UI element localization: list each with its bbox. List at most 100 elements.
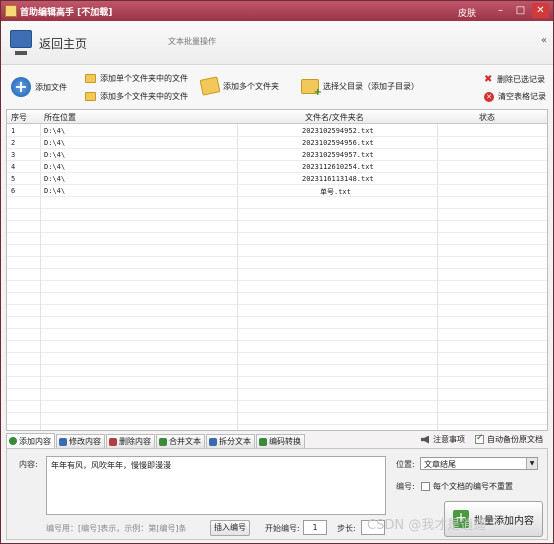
maximize-icon[interactable]: □ xyxy=(512,3,529,18)
monitor-icon[interactable] xyxy=(10,30,32,55)
table-row[interactable]: 5 D:\4\ 2023116113148.txt xyxy=(7,173,547,185)
cell-name: 2023102594957.txt xyxy=(302,151,374,159)
auto-backup-checkbox[interactable]: 自动备份原文档 xyxy=(475,433,543,445)
tab-label: 修改内容 xyxy=(69,437,101,446)
auto-backup-label: 自动备份原文档 xyxy=(487,435,543,444)
folder-add-icon xyxy=(301,79,322,98)
notes-button[interactable]: 注意事项 xyxy=(421,434,465,445)
tab-merge-text[interactable]: 合并文本 xyxy=(156,434,205,448)
cell-index: 6 xyxy=(11,187,16,195)
cell-index: 5 xyxy=(11,175,16,183)
position-select[interactable]: 文章结尾 ▼ xyxy=(420,457,538,470)
window-controls: – □ ✕ xyxy=(492,3,549,18)
right-tools: 注意事项 自动备份原文档 xyxy=(421,433,543,445)
tab-modify-content[interactable]: 修改内容 xyxy=(56,434,105,448)
cell-location: D:\4\ xyxy=(44,127,66,135)
number-reset-checkbox[interactable]: 每个文档的编号不重置 xyxy=(421,481,513,492)
clear-table-button[interactable]: ✕ 清空表格记录 xyxy=(484,91,546,102)
start-number-label: 开始编号: xyxy=(265,524,300,533)
tab-label: 合并文本 xyxy=(169,437,201,446)
page-subtitle: 文本批量操作 xyxy=(168,37,216,46)
column-header-status[interactable]: 状态 xyxy=(479,112,495,123)
app-icon xyxy=(5,5,17,17)
number-label: 编号: xyxy=(396,482,415,491)
select-parent-label: 选择父目录（添加子目录） xyxy=(323,82,419,91)
merge-text-icon xyxy=(159,437,167,446)
position-label: 位置: xyxy=(396,460,415,469)
modify-content-icon xyxy=(59,437,67,446)
cell-index: 2 xyxy=(11,139,16,147)
title-bar: 首助编辑高手 [不加载] 皮肤 – □ ✕ xyxy=(1,1,553,21)
add-file-button[interactable]: + 添加文件 xyxy=(11,77,67,97)
toolbar: + 添加文件 添加单个文件夹中的文件 添加多个文件夹中的文件 添加多个文件夹 选… xyxy=(1,65,553,109)
speaker-icon xyxy=(421,435,429,444)
add-file-label: 添加文件 xyxy=(35,82,67,92)
minimize-icon[interactable]: – xyxy=(492,3,509,18)
content-textarea[interactable]: 年年有风，风吹年年，慢慢即漫漫 xyxy=(46,456,386,515)
select-parent-button[interactable]: 选择父目录（添加子目录） xyxy=(301,79,419,98)
folders-icon xyxy=(199,76,221,96)
file-table[interactable]: 序号 所在位置 文件名/文件夹名 状态 1 D:\4\ 202310259495… xyxy=(6,109,548,431)
collapse-icon[interactable]: « xyxy=(541,35,547,46)
cell-name: 2023102594952.txt xyxy=(302,127,374,135)
cell-name: 2023102594956.txt xyxy=(302,139,374,147)
home-button[interactable]: 返回主页 xyxy=(39,35,87,52)
checkbox-icon[interactable] xyxy=(421,482,430,491)
table-row[interactable]: 3 D:\4\ 2023102594957.txt xyxy=(7,149,547,161)
add-icon: + xyxy=(11,77,31,97)
cell-location: D:\4\ xyxy=(44,175,66,183)
tab-delete-content[interactable]: 删除内容 xyxy=(106,434,155,448)
table-header: 序号 所在位置 文件名/文件夹名 状态 xyxy=(7,110,547,124)
tab-encoding-convert[interactable]: 编码转换 xyxy=(256,434,305,448)
column-header-index[interactable]: 序号 xyxy=(11,112,27,123)
tab-add-content[interactable]: 添加内容 xyxy=(6,433,55,448)
add-content-icon xyxy=(9,437,17,445)
delete-content-icon xyxy=(109,437,117,446)
add-multi-folders-label: 添加多个文件夹 xyxy=(223,81,279,91)
step-label: 步长: xyxy=(337,524,356,533)
folder-icon xyxy=(85,74,96,83)
cell-name: 2023116113148.txt xyxy=(302,175,374,183)
folder-icon xyxy=(85,92,96,101)
watermark: CSDN @我才是逍遥 xyxy=(367,518,487,533)
content-label: 内容: xyxy=(19,460,38,469)
insert-number-button[interactable]: 插入编号 xyxy=(210,520,250,536)
number-reset-label: 每个文档的编号不重置 xyxy=(433,482,513,491)
cell-name: 2023112610254.txt xyxy=(302,163,374,171)
app-window: 首助编辑高手 [不加载] 皮肤 – □ ✕ 返回主页 文本批量操作 « + 添加… xyxy=(0,0,554,544)
table-row[interactable]: 6 D:\4\ 单号.txt xyxy=(7,185,547,197)
start-number-input[interactable]: 1 xyxy=(303,520,327,535)
checkbox-icon[interactable] xyxy=(475,433,484,444)
window-title: 首助编辑高手 [不加载] xyxy=(20,8,113,18)
encoding-convert-icon xyxy=(259,437,267,446)
position-value: 文章结尾 xyxy=(424,460,456,469)
cell-location: D:\4\ xyxy=(44,139,66,147)
cell-location: D:\4\ xyxy=(44,187,66,195)
close-icon[interactable]: ✕ xyxy=(532,3,549,18)
number-hint: 编号用：[编号]表示，示例：第[编号]条 xyxy=(46,524,187,533)
table-row[interactable]: 4 D:\4\ 2023112610254.txt xyxy=(7,161,547,173)
tab-label: 删除内容 xyxy=(119,437,151,446)
cell-location: D:\4\ xyxy=(44,151,66,159)
column-header-name[interactable]: 文件名/文件夹名 xyxy=(305,112,364,123)
clear-icon: ✕ xyxy=(484,91,494,102)
notes-label: 注意事项 xyxy=(433,435,465,444)
table-row[interactable]: 1 D:\4\ 2023102594952.txt xyxy=(7,125,547,137)
cell-index: 3 xyxy=(11,151,16,159)
delete-selected-button[interactable]: ✖ 删除已选记录 xyxy=(484,74,545,85)
add-multi-folders-button[interactable]: 添加多个文件夹 xyxy=(199,76,279,96)
tab-split-text[interactable]: 拆分文本 xyxy=(206,434,255,448)
cell-index: 4 xyxy=(11,163,16,171)
add-multi-folders-files-label: 添加多个文件夹中的文件 xyxy=(100,92,188,101)
add-multi-folders-files-button[interactable]: 添加多个文件夹中的文件 xyxy=(85,91,188,102)
column-header-location[interactable]: 所在位置 xyxy=(44,112,76,123)
split-text-icon xyxy=(209,437,217,446)
clear-table-label: 清空表格记录 xyxy=(498,92,546,101)
table-row[interactable]: 2 D:\4\ 2023102594956.txt xyxy=(7,137,547,149)
skin-button[interactable]: 皮肤 xyxy=(458,6,476,19)
cell-name: 单号.txt xyxy=(320,188,351,196)
tab-label: 拆分文本 xyxy=(219,437,251,446)
add-single-folder-button[interactable]: 添加单个文件夹中的文件 xyxy=(85,73,188,84)
chevron-down-icon[interactable]: ▼ xyxy=(526,458,537,469)
delete-selected-label: 删除已选记录 xyxy=(497,75,545,84)
